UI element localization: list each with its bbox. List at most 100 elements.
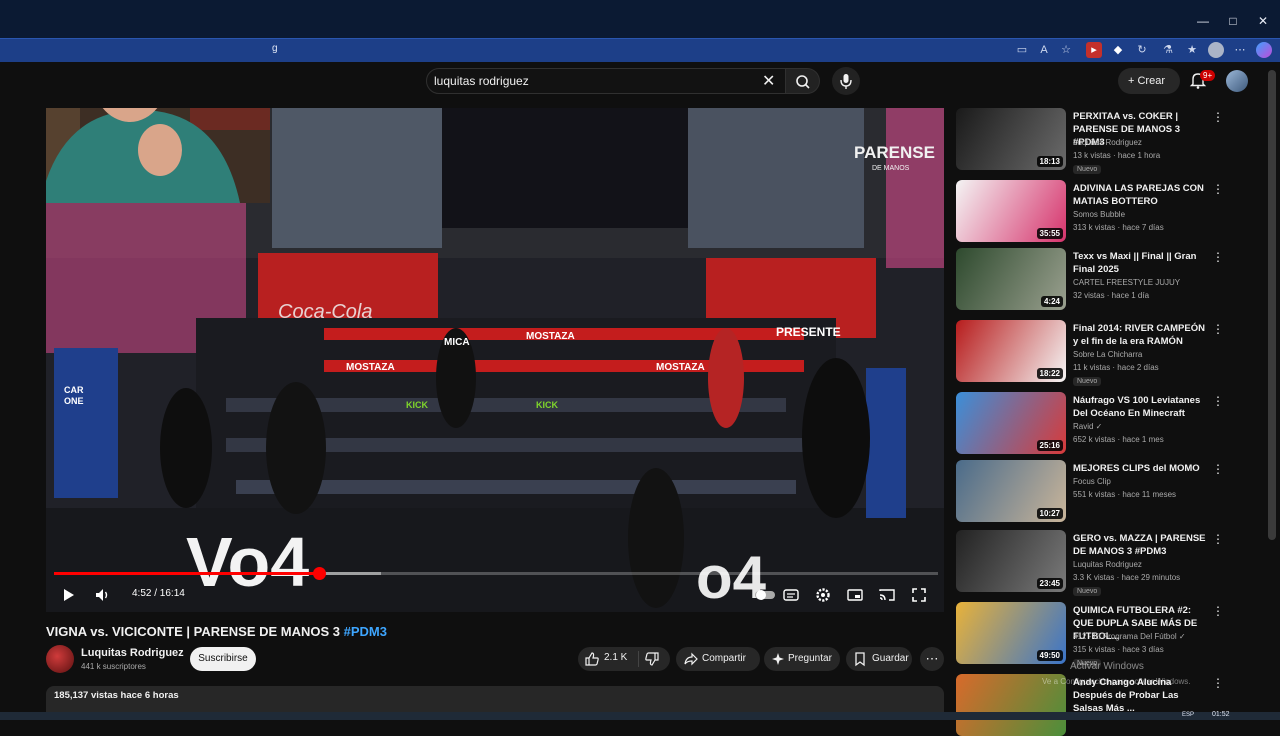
search-button[interactable] xyxy=(786,68,820,94)
extension-icon[interactable]: ◆ xyxy=(1110,42,1126,58)
video-thumbnail[interactable]: 4:24 xyxy=(956,248,1066,310)
video-menu-icon[interactable]: ⋮ xyxy=(1212,604,1224,618)
scrollbar-thumb[interactable] xyxy=(1268,70,1276,540)
video-menu-icon[interactable]: ⋮ xyxy=(1212,394,1224,408)
video-thumbnail[interactable]: 25:16 xyxy=(956,392,1066,454)
subscribe-button[interactable]: Suscribirse xyxy=(190,647,256,671)
save-label: Guardar xyxy=(872,653,909,664)
extension-icon[interactable]: ⚗ xyxy=(1160,42,1176,58)
recommended-video-title[interactable]: Final 2014: RIVER CAMPEÓN y el fin de la… xyxy=(1073,322,1209,348)
autoplay-toggle[interactable] xyxy=(754,586,775,604)
video-player[interactable]: PARENSE DE MANOS Coca-Cola MOSTAZA MOSTA… xyxy=(46,108,944,612)
video-thumbnail[interactable]: 18:22 xyxy=(956,320,1066,382)
read-aloud-icon[interactable]: A xyxy=(1036,42,1052,58)
video-menu-icon[interactable]: ⋮ xyxy=(1212,250,1224,264)
svg-text:DE MANOS: DE MANOS xyxy=(872,165,910,172)
volume-button[interactable] xyxy=(93,586,111,604)
streamer-figure xyxy=(46,108,270,203)
svg-text:MICA: MICA xyxy=(444,337,470,348)
time-display: 4:52 / 16:14 xyxy=(132,588,185,599)
recommended-channel-name[interactable]: CARTEL FREESTYLE JUJUY xyxy=(1073,278,1180,287)
extension-icon[interactable]: ↻ xyxy=(1134,42,1150,58)
fullscreen-button[interactable] xyxy=(910,586,928,604)
video-menu-icon[interactable]: ⋮ xyxy=(1212,322,1224,336)
recommended-video-title[interactable]: MEJORES CLIPS del MOMO xyxy=(1073,462,1209,475)
gear-icon xyxy=(816,588,830,602)
recommended-channel-name[interactable]: Luquitas Rodriguez xyxy=(1073,138,1142,147)
svg-text:Coca-Cola: Coca-Cola xyxy=(278,301,372,323)
more-icon[interactable]: ⋯ xyxy=(1232,42,1248,58)
webcam-overlay xyxy=(46,108,270,203)
duration-badge: 49:50 xyxy=(1036,650,1063,661)
video-menu-icon[interactable]: ⋮ xyxy=(1212,462,1224,476)
clear-search-icon[interactable]: ✕ xyxy=(762,71,775,91)
hashtag-link[interactable]: #PDM3 xyxy=(344,624,387,639)
play-button[interactable] xyxy=(59,586,77,604)
close-window-icon[interactable]: ✕ xyxy=(1256,14,1270,28)
recommended-video-title[interactable]: Náufrago VS 100 Leviatanes Del Océano En… xyxy=(1073,394,1209,420)
duration-badge: 18:13 xyxy=(1036,156,1063,167)
extension-icon[interactable]: ▸ xyxy=(1086,42,1102,58)
tab-icon[interactable]: ▭ xyxy=(1014,42,1030,58)
recommended-video-meta: 551 k vistas · hace 11 meses xyxy=(1073,490,1177,499)
recommended-video-title[interactable]: GERO vs. MAZZA | PARENSE DE MANOS 3 #PDM… xyxy=(1073,532,1209,558)
video-thumbnail[interactable]: 10:27 xyxy=(956,460,1066,522)
address-url[interactable]: g xyxy=(272,43,278,54)
recommended-channel-name[interactable]: Luquitas Rodriguez xyxy=(1073,560,1142,569)
channel-name[interactable]: Luquitas Rodriguez xyxy=(81,647,184,659)
video-menu-icon[interactable]: ⋮ xyxy=(1212,532,1224,546)
subtitles-button[interactable] xyxy=(782,586,800,604)
video-thumbnail[interactable]: 18:13 xyxy=(956,108,1066,170)
favorites-icon[interactable]: ★ xyxy=(1184,42,1200,58)
copilot-icon[interactable] xyxy=(1256,42,1272,58)
recommended-video-meta: 652 k vistas · hace 1 mes xyxy=(1073,435,1164,444)
play-icon xyxy=(64,589,74,601)
svg-text:Vo4: Vo4 xyxy=(186,523,309,601)
video-title: VIGNA vs. VICICONTE | PARENSE DE MANOS 3… xyxy=(46,624,387,639)
new-badge: Nuevo xyxy=(1073,377,1102,386)
recommended-channel-name[interactable]: Sobre La Chicharra xyxy=(1073,350,1142,359)
video-menu-icon[interactable]: ⋮ xyxy=(1212,110,1224,124)
video-thumbnail[interactable]: 23:45 xyxy=(956,530,1066,592)
ask-label: Preguntar xyxy=(788,653,832,664)
recommended-channel-name[interactable]: 412 - El Programa Del Fútbol ✓ xyxy=(1073,632,1186,641)
more-actions-button[interactable]: ⋯ xyxy=(920,647,944,671)
video-menu-icon[interactable]: ⋮ xyxy=(1212,676,1224,690)
minimize-icon[interactable]: — xyxy=(1196,14,1210,28)
progress-played xyxy=(54,572,319,575)
bookmark-icon xyxy=(852,651,868,667)
maximize-icon[interactable]: □ xyxy=(1226,14,1240,28)
recommended-video-meta: 13 k vistas · hace 1 hora xyxy=(1073,151,1161,160)
cast-button[interactable] xyxy=(878,586,896,604)
cast-icon xyxy=(879,589,895,601)
subscriber-count: 441 k suscriptores xyxy=(81,662,146,671)
settings-button[interactable] xyxy=(814,586,832,604)
voice-search-button[interactable] xyxy=(832,67,860,95)
video-menu-icon[interactable]: ⋮ xyxy=(1212,182,1224,196)
dislike-button[interactable] xyxy=(644,651,660,667)
volume-icon xyxy=(96,589,108,601)
new-badge: Nuevo xyxy=(1073,587,1102,596)
search-query-text[interactable]: luquitas rodriguez xyxy=(434,74,529,88)
recommended-video-title[interactable]: Texx vs Maxi || Final || Gran Final 2025 xyxy=(1073,250,1209,276)
recommended-channel-name[interactable]: Somos Bubble xyxy=(1073,210,1125,219)
recommended-channel-name[interactable]: Ravid ✓ xyxy=(1073,422,1102,431)
activation-watermark-title: Activar Windows xyxy=(1070,661,1144,672)
new-badge: Nuevo xyxy=(1073,165,1102,174)
channel-avatar[interactable] xyxy=(46,645,74,673)
account-avatar[interactable] xyxy=(1226,70,1248,92)
recommended-video-title[interactable]: ADIVINA LAS PAREJAS CON MATIAS BOTTERO xyxy=(1073,182,1209,208)
views-and-date: 185,137 vistas hace 6 horas xyxy=(54,690,179,701)
create-button[interactable]: + Crear xyxy=(1118,68,1180,94)
profile-icon[interactable] xyxy=(1208,42,1224,58)
recommended-channel-name[interactable]: Focus Clip xyxy=(1073,477,1111,486)
video-thumbnail[interactable]: 35:55 xyxy=(956,180,1066,242)
video-thumbnail[interactable]: 49:50 xyxy=(956,602,1066,664)
miniplayer-button[interactable] xyxy=(846,586,864,604)
like-button[interactable] xyxy=(584,651,600,667)
star-icon[interactable]: ☆ xyxy=(1058,42,1074,58)
progress-scrubber[interactable] xyxy=(312,567,326,580)
notification-badge: 9+ xyxy=(1200,70,1216,81)
taskbar-clock: 01:52 xyxy=(1212,711,1230,718)
mic-icon xyxy=(840,74,852,89)
